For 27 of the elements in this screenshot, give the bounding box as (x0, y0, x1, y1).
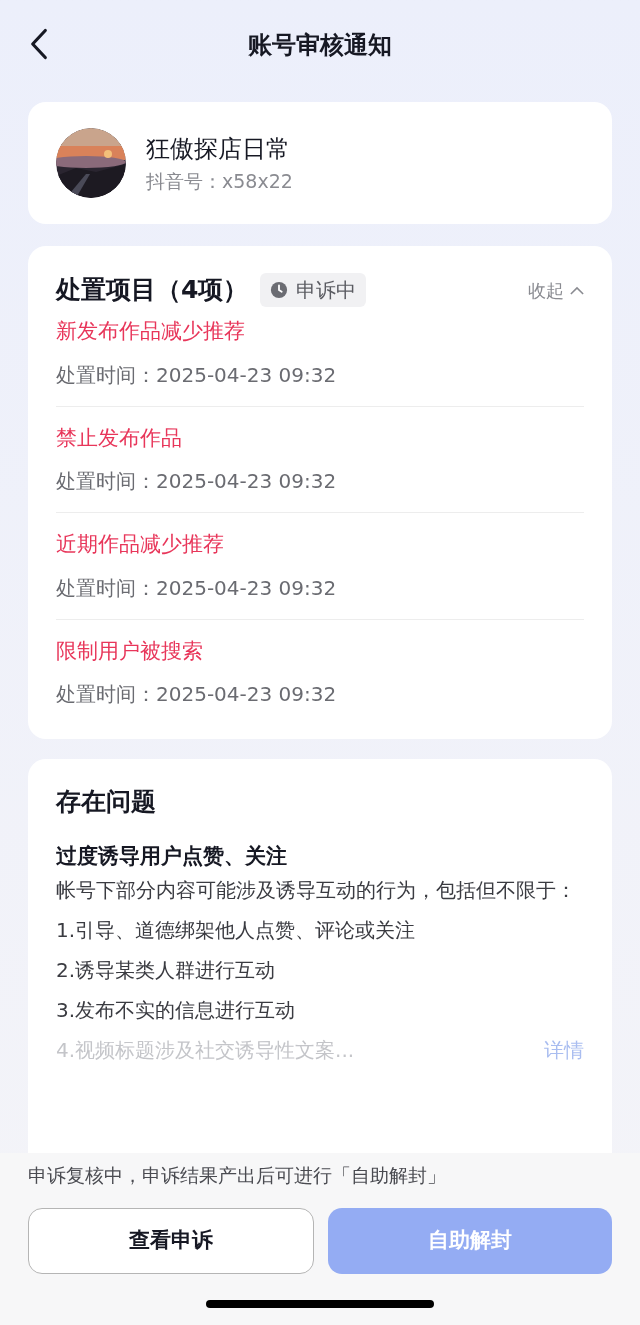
measure-time: 处置时间：2025-04-23 09:32 (56, 361, 338, 389)
issue-point: 3.发布不实的信息进行互动 (56, 997, 297, 1024)
account-name: 狂傲探店日常 (146, 133, 291, 165)
measure-title: 限制用户被搜索 (56, 637, 204, 665)
measure-time: 处置时间：2025-04-23 09:32 (56, 681, 338, 708)
issue-point: 4.视频标题涉及社交诱导性文案... (56, 1037, 355, 1064)
view-appeal-button[interactable]: 查看申诉 (28, 1207, 314, 1274)
measure-title: 禁止发布作品 (56, 424, 183, 452)
measure-title: 新发布作品减少推荐 (56, 318, 246, 345)
account-id: 抖音号：x58x22 (146, 168, 293, 194)
page-title: 账号审核通知 (248, 30, 392, 61)
details-link[interactable]: 详情 (544, 1035, 584, 1065)
section-title: 处置项目（4项） (56, 274, 249, 307)
chevron-up-icon (570, 285, 584, 295)
issue-description: 帐号下部分内容可能涉及诱导互动的行为，包括但不限于： (56, 877, 577, 904)
measure-time: 处置时间：2025-04-23 09:32 (56, 468, 338, 495)
status-badge: 申诉中 (260, 273, 367, 307)
issues-title: 存在问题 (56, 786, 157, 818)
measure-time: 处置时间：2025-04-23 09:32 (56, 574, 338, 602)
issue-point: 1.引导、道德绑架他人点赞、评论或关注 (56, 917, 417, 944)
appeal-notice: 申诉复核中，申诉结果产出后可进行「自助解封」 (28, 1163, 446, 1188)
collapse-toggle[interactable]: 收起 (528, 276, 584, 304)
issue-point: 2.诱导某类人群进行互动 (56, 957, 277, 984)
clock-icon (270, 281, 289, 299)
measure-title: 近期作品减少推荐 (56, 531, 225, 558)
back-icon[interactable] (30, 28, 48, 60)
issue-heading: 过度诱导用户点赞、关注 (56, 842, 288, 870)
